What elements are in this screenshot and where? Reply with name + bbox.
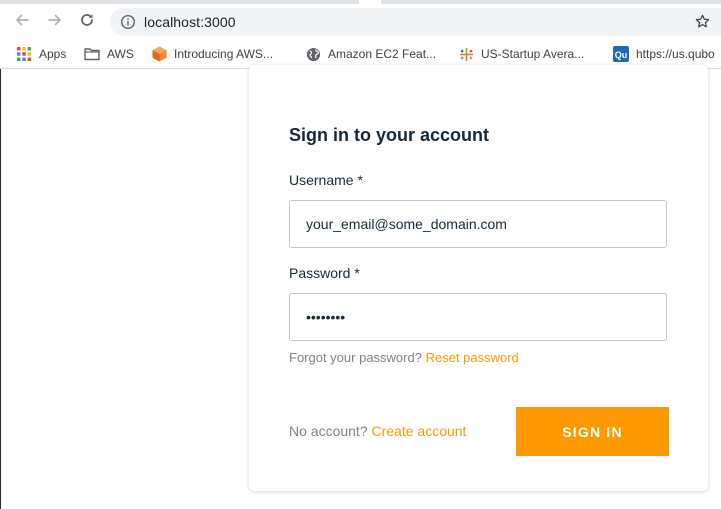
info-icon[interactable] — [120, 14, 136, 30]
sign-in-card: Sign in to your account Username * Passw… — [249, 65, 708, 491]
bookmark-amazon-ec2[interactable]: Amazon EC2 Feat... — [305, 44, 436, 64]
bookmark-introducing-aws[interactable]: Introducing AWS... — [151, 44, 273, 64]
forgot-password-text: Forgot your password? — [289, 350, 422, 365]
back-arrow-icon — [16, 14, 29, 26]
address-bar[interactable]: localhost:3000 — [110, 8, 721, 36]
bookmark-label: Amazon EC2 Feat... — [328, 47, 437, 61]
bookmark-apps[interactable]: Apps — [16, 44, 66, 64]
apps-grid-icon — [16, 46, 32, 62]
bookmark-star-icon[interactable] — [694, 13, 711, 30]
bookmark-qubole[interactable]: Qu https://us.qubo — [613, 44, 715, 64]
reload-icon — [81, 14, 93, 26]
password-input[interactable] — [289, 293, 667, 341]
folder-icon — [84, 46, 100, 62]
browser-toolbar: localhost:3000 — [0, 4, 721, 40]
svg-text:Qu: Qu — [615, 50, 628, 60]
password-label: Password * — [289, 265, 360, 281]
bookmark-label: Apps — [39, 47, 67, 61]
tableau-icon — [458, 46, 474, 62]
bookmark-label: Introducing AWS... — [174, 47, 273, 61]
username-input[interactable] — [289, 200, 667, 248]
bookmark-label: AWS — [107, 47, 134, 61]
reset-password-link[interactable]: Reset password — [426, 350, 519, 365]
create-account-link[interactable]: Create account — [372, 423, 467, 439]
bookmark-label: US-Startup Avera... — [481, 47, 585, 61]
qubole-icon: Qu — [613, 46, 629, 62]
sign-in-button[interactable]: SIGN IN — [516, 407, 669, 456]
bookmark-label: https://us.qubo — [636, 47, 715, 61]
forgot-password-hint: Forgot your password? Reset password — [289, 350, 519, 365]
globe-icon — [305, 46, 321, 62]
no-account-text: No account? — [289, 423, 368, 439]
sign-in-title: Sign in to your account — [289, 125, 490, 145]
page-left-border — [0, 69, 1, 509]
forward-arrow-icon — [48, 14, 61, 26]
reload-button[interactable] — [73, 6, 101, 34]
bookmark-us-startup[interactable]: US-Startup Avera... — [458, 44, 584, 64]
forward-button[interactable] — [41, 6, 69, 34]
bookmark-aws-folder[interactable]: AWS — [84, 44, 134, 64]
create-account-hint: No account? Create account — [289, 423, 466, 439]
page-content: Sign in to your account Username * Passw… — [0, 65, 721, 509]
aws-orange-cube-icon — [151, 46, 167, 62]
url-text[interactable]: localhost:3000 — [144, 14, 236, 30]
back-button[interactable] — [8, 6, 36, 34]
username-label: Username * — [289, 172, 363, 188]
